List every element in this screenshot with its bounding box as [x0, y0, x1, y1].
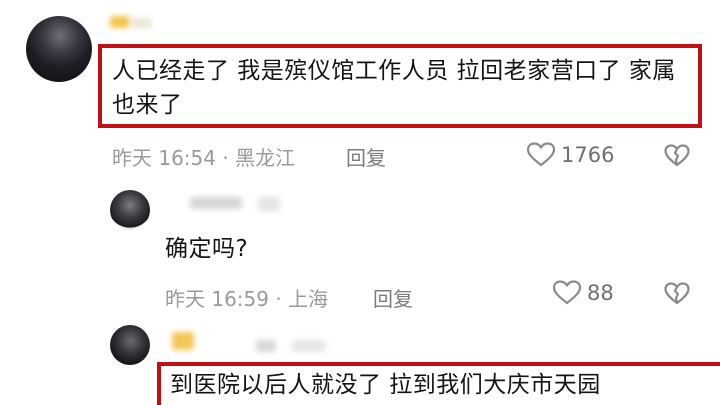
username-redacted [130, 18, 152, 28]
commenter-avatar[interactable] [110, 190, 150, 230]
commenter-avatar[interactable] [110, 325, 150, 365]
comment-text: 到医院以后人就没了 拉到我们大庆市天园 [170, 372, 601, 398]
comment-location: 上海 [288, 287, 329, 311]
reply-button[interactable]: 回复 [373, 283, 413, 312]
reply-button[interactable]: 回复 [346, 142, 386, 171]
username-redacted [292, 340, 326, 352]
like-count: 1766 [561, 142, 615, 167]
like-button[interactable]: 1766 [527, 142, 614, 167]
like-button[interactable]: 88 [553, 280, 614, 305]
heart-icon [553, 280, 581, 305]
username-redacted [190, 197, 242, 209]
commenter-avatar[interactable] [26, 16, 92, 82]
username-redacted [110, 16, 130, 28]
broken-heart-icon[interactable] [664, 282, 690, 305]
comment-text: 确定吗? [165, 236, 249, 262]
comment-text: 人已经走了 我是殡仪馆工作人员 拉回老家营口了 家属也来了 [112, 58, 676, 118]
username-redacted [256, 340, 276, 352]
comment-timestamp: 昨天 16:59 · 上海 [165, 287, 329, 311]
comment-location: 黑龙江 [235, 146, 296, 170]
heart-icon [527, 142, 555, 167]
username-redacted [172, 332, 194, 350]
comment-timestamp: 昨天 16:54 · 黑龙江 [112, 146, 296, 170]
like-count: 88 [587, 280, 614, 305]
username-redacted [258, 197, 280, 211]
broken-heart-icon[interactable] [664, 144, 690, 167]
